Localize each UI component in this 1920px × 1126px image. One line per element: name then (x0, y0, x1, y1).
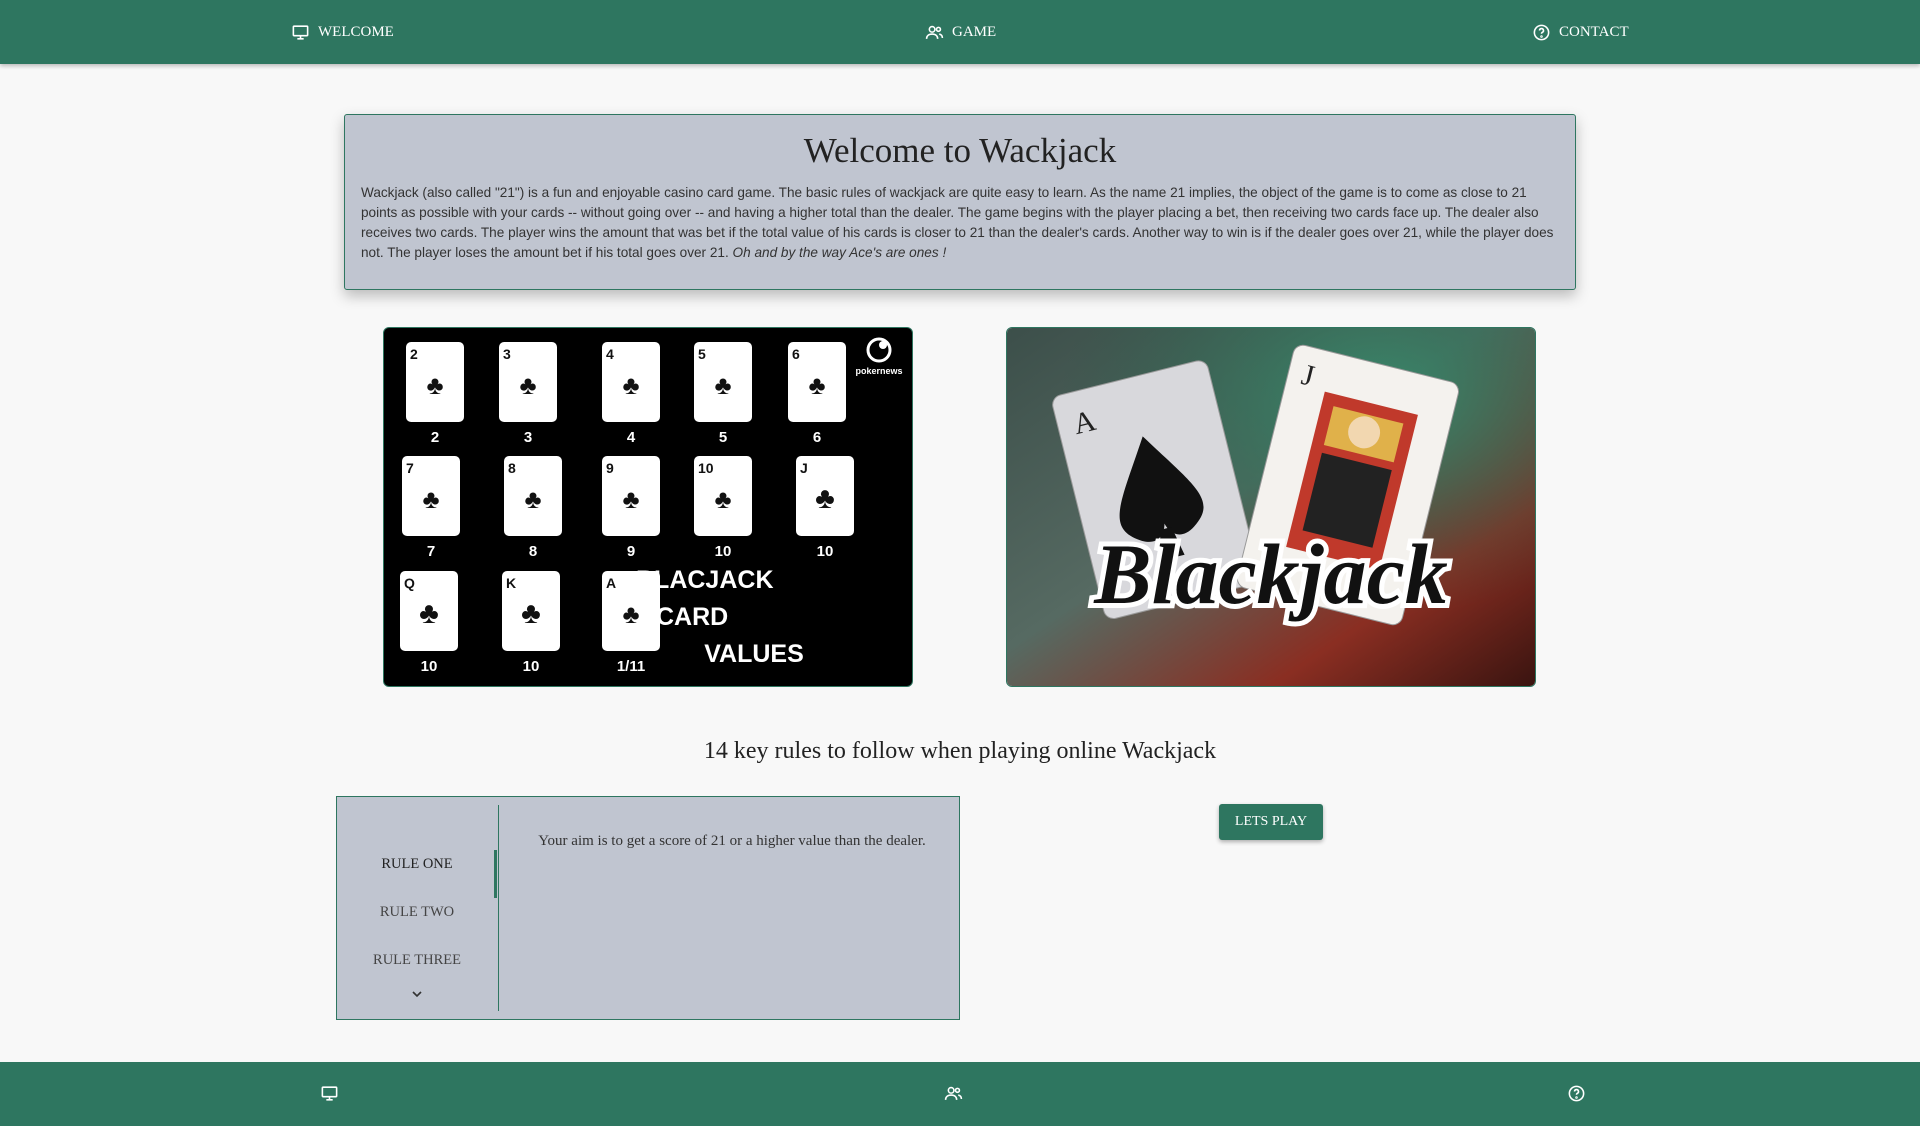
chevron-down-icon[interactable] (409, 986, 425, 1002)
card-rank: Q (404, 575, 415, 591)
club-suit-icon: ♣ (714, 371, 731, 400)
card-rank: J (800, 460, 808, 476)
playing-card: 7 ♣ 7 (402, 456, 460, 560)
tab-rule-three[interactable]: RULE THREE (337, 952, 497, 969)
users-icon (944, 1086, 963, 1100)
club-suit-icon: ♣ (815, 482, 835, 515)
club-suit-icon: ♣ (622, 371, 639, 400)
rules-tab-list: RULE ONE RULE TWO RULE THREE (337, 805, 499, 1011)
card-rank: 6 (792, 346, 800, 362)
welcome-description: Wackjack (also called "21") is a fun and… (361, 183, 1559, 263)
card-values-image: pokernews 2 ♣ 2 3 ♣ 3 4 ♣ 4 5 ♣ 5 6 ♣ 6 7 ♣ 7 8 ♣ 8 9 ♣ 9 10 ♣ 10 J… (383, 327, 913, 687)
active-tab-indicator (494, 850, 497, 898)
card-value-label: 8 (529, 543, 537, 560)
club-suit-icon: ♣ (524, 485, 541, 514)
lets-play-button[interactable]: LETS PLAY (1219, 804, 1323, 840)
club-suit-icon: ♣ (808, 371, 825, 400)
card-rank: A (606, 575, 616, 591)
card-value-label: 9 (627, 543, 635, 560)
playing-card: 9 ♣ 9 (602, 456, 660, 560)
users-icon (925, 25, 944, 39)
card-value-label: 10 (421, 658, 438, 675)
card-value-label: 3 (524, 429, 532, 446)
card-value-label: 7 (427, 543, 435, 560)
card-values-graphic: pokernews 2♣23♣34♣45♣56♣67♣78♣89♣910♣10J… (400, 337, 903, 675)
footer-welcome-link[interactable] (320, 1084, 339, 1103)
card-value-label: 10 (817, 543, 834, 560)
pokernews-logo: pokernews (855, 337, 903, 376)
playing-card: 3 ♣ 3 (499, 342, 557, 446)
rules-tabs-panel: RULE ONE RULE TWO RULE THREE Your aim is… (336, 796, 960, 1020)
playing-card: 2 ♣ 2 (406, 342, 464, 446)
card-value-label: 5 (719, 429, 727, 446)
card-rank: 5 (698, 346, 706, 362)
card-rank: 8 (508, 460, 516, 476)
club-suit-icon: ♣ (426, 371, 443, 400)
card-value-label: 6 (813, 429, 821, 446)
tab-rule-one[interactable]: RULE ONE (337, 856, 497, 873)
welcome-title: Welcome to Wackjack (803, 131, 1117, 170)
card-value-label: 2 (431, 429, 439, 446)
card-rank: 3 (503, 346, 511, 362)
monitor-icon (321, 1086, 338, 1101)
club-suit-icon: ♣ (521, 597, 541, 630)
footer-bar (0, 1062, 1920, 1126)
playing-card: 8 ♣ 8 (504, 456, 562, 560)
welcome-body-text: Wackjack (also called "21") is a fun and… (361, 185, 1554, 260)
club-suit-icon: ♣ (422, 485, 439, 514)
title-line-3: VALUES (704, 640, 804, 668)
footer-contact-link[interactable] (1567, 1084, 1586, 1103)
playing-card: 5 ♣ 5 (694, 342, 752, 446)
welcome-card: Welcome to Wackjack Wackjack (also calle… (344, 114, 1576, 290)
tab-rule-two[interactable]: RULE TWO (337, 904, 497, 921)
card-rank: 9 (606, 460, 614, 476)
rule-content: Your aim is to get a score of 21 or a hi… (538, 833, 926, 849)
card-rank: K (506, 575, 516, 591)
card-value-label: 4 (627, 429, 636, 446)
playing-card: K ♣ 10 (502, 571, 560, 675)
card-value-label: 1/11 (617, 658, 645, 675)
help-circle-icon (1533, 24, 1550, 40)
playing-card: 10♣10 (694, 456, 752, 560)
footer-game-link[interactable] (944, 1084, 963, 1103)
nav-contact[interactable]: CONTACT (1532, 0, 1629, 64)
blackjack-image: A J Blackjack (1006, 327, 1536, 687)
card-value-label: 10 (523, 658, 540, 675)
nav-welcome-label: WELCOME (318, 23, 394, 40)
nav-game-label: GAME (952, 23, 997, 40)
pokernews-brand: pokernews (855, 366, 902, 376)
rules-heading: 14 key rules to follow when playing onli… (703, 738, 1217, 764)
title-line-2: CARD (656, 603, 728, 631)
card-value-label: 10 (715, 543, 732, 560)
card-values-title: BLACJACK CARD VALUES (636, 566, 804, 668)
help-circle-icon (1568, 1085, 1585, 1102)
playing-card: Q♣ 10 (400, 571, 458, 675)
nav-welcome[interactable]: WELCOME (291, 0, 394, 64)
nav-contact-label: CONTACT (1559, 23, 1629, 40)
title-line-1: BLACJACK (636, 566, 774, 594)
card-rank: 10 (698, 460, 714, 476)
club-suit-icon: ♣ (622, 600, 639, 629)
nav-game[interactable]: GAME (925, 0, 996, 64)
club-suit-icon: ♣ (714, 485, 731, 514)
club-suit-icon: ♣ (519, 371, 536, 400)
blackjack-logo-text: Blackjack (1093, 526, 1448, 622)
playing-card: 4 ♣ 4 (602, 342, 660, 446)
card-rank: 7 (406, 460, 414, 476)
club-suit-icon: ♣ (622, 485, 639, 514)
card-rank: 2 (410, 346, 418, 362)
card-rank: 4 (606, 346, 614, 362)
playing-card: 6 ♣ 6 (788, 342, 846, 446)
blackjack-graphic: A J Blackjack (1007, 328, 1535, 686)
club-suit-icon: ♣ (419, 597, 439, 630)
playing-card: J ♣ 10 (796, 456, 854, 560)
welcome-italic-note: Oh and by the way Ace's are ones ! (732, 245, 947, 260)
top-nav-bar: WELCOME GAME CONTACT (0, 0, 1920, 64)
card-grid: 2♣23♣34♣45♣56♣67♣78♣89♣910♣10J♣10Q♣10K♣1… (400, 342, 854, 675)
monitor-icon (292, 24, 309, 40)
